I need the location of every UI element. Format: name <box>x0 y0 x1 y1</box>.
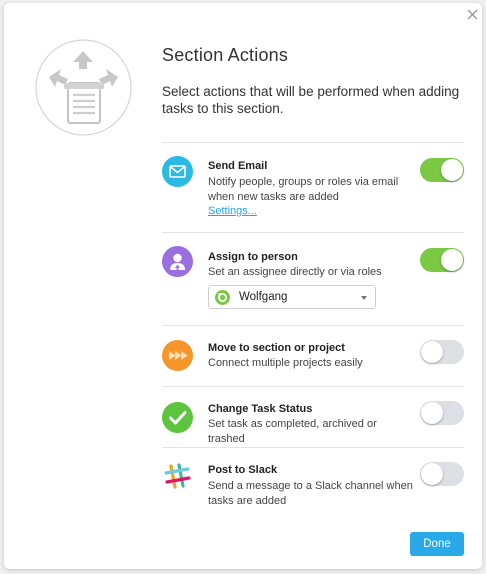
toggle-knob <box>441 249 463 271</box>
done-button[interactable]: Done <box>410 532 464 556</box>
post-to-slack-description: Send a message to a Slack channel when t… <box>208 480 413 507</box>
assign-to-person-description: Set an assignee directly or via roles <box>208 266 382 278</box>
double-arrow-icon <box>162 340 193 371</box>
send-email-title: Send Email <box>208 160 268 172</box>
change-task-status-description: Set task as completed, archived or trash… <box>208 418 377 445</box>
close-icon[interactable] <box>467 9 478 20</box>
change-task-status-toggle[interactable] <box>420 401 464 425</box>
section-actions-illustration-icon <box>35 39 132 136</box>
divider <box>162 142 464 143</box>
dialog-subtitle: Select actions that will be performed wh… <box>162 84 460 116</box>
assignee-value: Wolfgang <box>239 291 288 303</box>
divider <box>162 325 464 326</box>
assign-to-person-title: Assign to person <box>208 251 298 263</box>
divider <box>162 447 464 448</box>
change-task-status-title: Change Task Status <box>208 403 313 415</box>
section-actions-dialog: Section Actions Select actions that will… <box>4 3 482 569</box>
assign-to-person-toggle[interactable] <box>420 248 464 272</box>
divider <box>162 386 464 387</box>
checkmark-icon <box>162 402 193 433</box>
send-email-toggle[interactable] <box>420 158 464 182</box>
settings-link[interactable]: Settings... <box>208 205 257 217</box>
dialog-title: Section Actions <box>162 45 289 65</box>
send-email-description: Notify people, groups or roles via email… <box>208 176 399 203</box>
chevron-down-icon <box>361 296 367 300</box>
slack-icon <box>162 461 193 492</box>
toggle-knob <box>421 463 443 485</box>
toggle-knob <box>421 402 443 424</box>
assignee-select[interactable]: Wolfgang <box>208 285 376 309</box>
post-to-slack-toggle[interactable] <box>420 462 464 486</box>
email-icon <box>162 156 193 187</box>
toggle-knob <box>421 341 443 363</box>
divider <box>162 232 464 233</box>
person-icon <box>162 246 193 277</box>
toggle-knob <box>441 159 463 181</box>
move-to-section-toggle[interactable] <box>420 340 464 364</box>
post-to-slack-title: Post to Slack <box>208 464 278 476</box>
avatar <box>215 290 230 305</box>
move-to-section-description: Connect multiple projects easily <box>208 357 363 369</box>
move-to-section-title: Move to section or project <box>208 342 345 354</box>
